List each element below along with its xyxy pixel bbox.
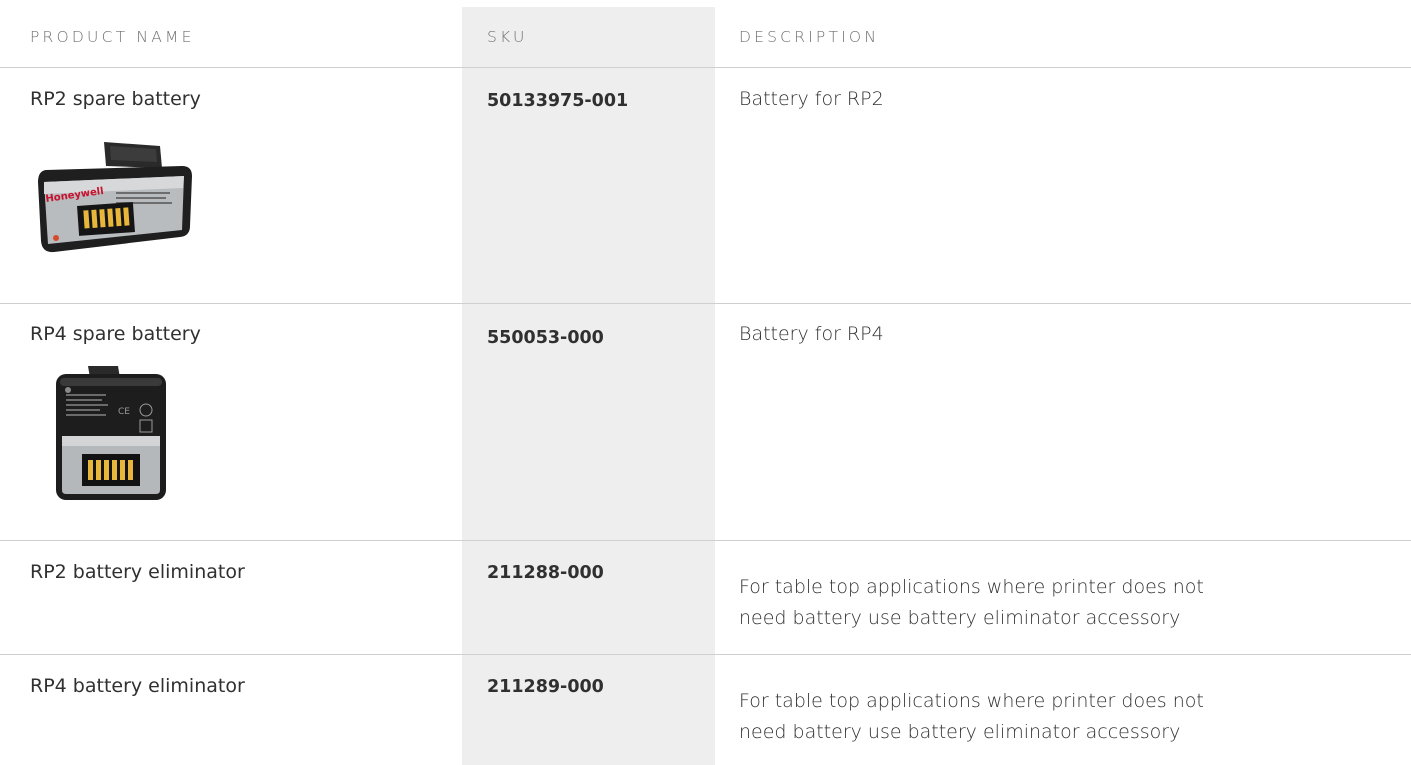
product-name: RP2 spare battery xyxy=(30,88,201,110)
description: Battery for RP4 xyxy=(739,323,884,345)
description-line-1: For table top applications where printer… xyxy=(739,690,1204,712)
row-divider xyxy=(0,303,1411,304)
row-divider xyxy=(0,654,1411,655)
product-name: RP2 battery eliminator xyxy=(30,561,245,583)
sku-value: 550053-000 xyxy=(487,328,604,348)
sku-value: 211288-000 xyxy=(487,563,604,583)
product-name: RP4 spare battery xyxy=(30,323,201,345)
header-description: DESCRIPTION xyxy=(739,28,880,46)
header-product-name: PRODUCT NAME xyxy=(30,28,195,46)
description-line-2: need battery use battery eliminator acce… xyxy=(739,721,1181,743)
product-name: RP4 battery eliminator xyxy=(30,675,245,697)
header-sku: SKU xyxy=(487,28,528,46)
sku-value: 50133975-001 xyxy=(487,91,629,111)
sku-column-background xyxy=(462,7,715,765)
sku-value: 211289-000 xyxy=(487,677,604,697)
header-divider xyxy=(0,67,1411,68)
row-divider xyxy=(0,540,1411,541)
description-line-2: need battery use battery eliminator acce… xyxy=(739,607,1181,629)
description-line-1: For table top applications where printer… xyxy=(739,576,1204,598)
rp2-battery-image: Honeywell xyxy=(38,142,192,253)
svg-text:CE: CE xyxy=(118,407,130,417)
rp4-battery-image: CE xyxy=(56,366,166,500)
description: Battery for RP2 xyxy=(739,88,884,110)
